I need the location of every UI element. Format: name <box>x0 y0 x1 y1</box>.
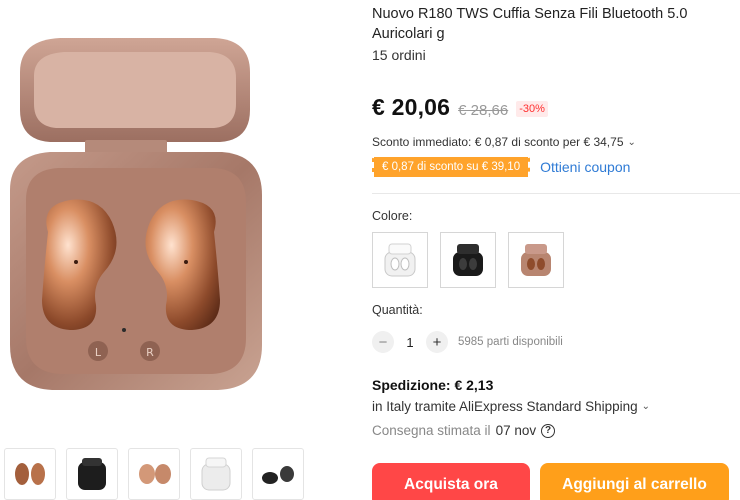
shipping-method[interactable]: in Italy tramite AliExpress Standard Shi… <box>372 399 650 414</box>
delivery-estimate: Consegna stimata il 07 nov ? <box>372 423 556 438</box>
svg-text:L: L <box>95 346 102 359</box>
quantity-increase-button[interactable]: + <box>426 331 448 353</box>
color-label: Colore: <box>372 209 413 223</box>
available-stock: 5985 parti disponibili <box>458 336 563 348</box>
get-coupon-link[interactable]: Ottieni coupon <box>540 159 630 175</box>
coupon-row: € 0,87 di sconto su € 39,10 Ottieni coup… <box>372 157 630 177</box>
discount-badge: -30% <box>516 101 548 117</box>
chevron-down-icon: ⌄ <box>641 401 651 412</box>
color-option-black[interactable] <box>440 232 496 288</box>
price-row: € 20,06 € 28,66 -30% <box>372 94 548 121</box>
instant-discount[interactable]: Sconto immediato: € 0,87 di sconto per €… <box>372 135 636 149</box>
thumbnail-white-case[interactable] <box>190 448 242 500</box>
divider <box>372 193 740 194</box>
help-icon[interactable]: ? <box>541 423 556 438</box>
chevron-down-icon: ⌄ <box>627 136 636 148</box>
instant-discount-text: Sconto immediato: € 0,87 di sconto per €… <box>372 135 624 149</box>
orders-count: 15 ordini <box>372 47 426 63</box>
thumbnail-strip <box>4 448 304 500</box>
thumbnail-black-buds[interactable] <box>252 448 304 500</box>
buy-now-button[interactable]: Acquista ora <box>372 463 530 500</box>
thumbnail-bronze-buds[interactable] <box>4 448 56 500</box>
shipping-cost: Spedizione: € 2,13 <box>372 377 494 393</box>
coupon-tag: € 0,87 di sconto su € 39,10 <box>372 157 531 177</box>
quantity-value[interactable]: 1 <box>394 335 426 350</box>
quantity-label: Quantità: <box>372 303 423 317</box>
original-price: € 28,66 <box>458 102 509 119</box>
shipping-method-text: in Italy tramite AliExpress Standard Shi… <box>372 399 638 414</box>
quantity-decrease-button[interactable]: − <box>372 331 394 353</box>
color-option-white[interactable] <box>372 232 428 288</box>
quantity-stepper: − 1 + 5985 parti disponibili <box>372 331 563 353</box>
thumbnail-black-case[interactable] <box>66 448 118 500</box>
color-option-bronze[interactable] <box>508 232 564 288</box>
delivery-label: Consegna stimata il <box>372 423 491 438</box>
color-options <box>372 232 564 288</box>
product-title: Nuovo R180 TWS Cuffia Senza Fili Bluetoo… <box>372 6 688 42</box>
product-main-image[interactable]: L R <box>0 0 290 420</box>
svg-text:R: R <box>146 346 154 359</box>
add-to-cart-button[interactable]: Aggiungi al carrello <box>540 463 729 500</box>
current-price: € 20,06 <box>372 94 451 120</box>
delivery-date: 07 nov <box>495 423 537 438</box>
thumbnail-bronze-buds-pair[interactable] <box>128 448 180 500</box>
